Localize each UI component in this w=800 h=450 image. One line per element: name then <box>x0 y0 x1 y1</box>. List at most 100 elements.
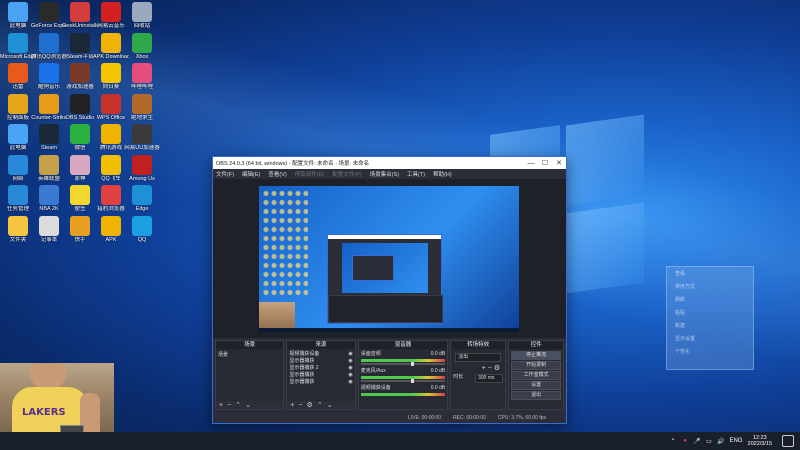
desktop-icon[interactable]: QQ飞车 <box>94 154 128 182</box>
app-icon <box>70 185 90 205</box>
desktop-icon[interactable]: NBA 2K <box>32 185 66 212</box>
desktop-icon[interactable]: Counter-Strike <box>31 93 67 121</box>
minimize-button[interactable]: — <box>524 160 538 167</box>
remove-icon[interactable]: − <box>227 402 231 409</box>
menu-help[interactable]: 帮助(H) <box>433 170 452 178</box>
desktop-icon[interactable]: GeekUninstaller <box>62 2 98 29</box>
menu-scene-collection[interactable]: 场景集合(S) <box>370 170 399 178</box>
desktop-icon[interactable]: 原神 <box>63 154 97 182</box>
remove-icon[interactable]: − <box>298 402 302 409</box>
gear-icon[interactable]: ⚙ <box>494 365 500 372</box>
network-icon[interactable]: ▭ <box>706 438 713 445</box>
chevron-up-icon[interactable]: ⌃ <box>670 438 677 445</box>
scene-item[interactable]: 场景 <box>218 351 281 358</box>
menu-profile[interactable]: 配置文件(P) <box>332 170 361 178</box>
duration-input[interactable]: 300 ms <box>475 374 504 383</box>
clock[interactable]: 12:23 2022/3/15 <box>748 435 772 448</box>
mixer-dock-title: 混音器 <box>358 341 448 349</box>
desktop-icon[interactable]: 文件夹 <box>1 215 35 243</box>
desktop-icon[interactable]: 酷狗音乐 <box>32 63 66 90</box>
app-icon <box>39 2 59 22</box>
warning-icon[interactable]: ● <box>682 438 689 445</box>
menu-file[interactable]: 文件(F) <box>216 170 234 178</box>
obs-window-title: OBS 24.0.3 (64 bit, windows) - 配置文件: 未命名… <box>216 161 370 167</box>
language-indicator[interactable]: ENG <box>730 438 743 444</box>
exit-button[interactable]: 退出 <box>511 391 562 400</box>
up-icon[interactable]: ⌃ <box>317 401 323 409</box>
desktop-icon[interactable]: Microsoft Edge <box>0 32 36 60</box>
desktop-icon[interactable]: 此电脑 <box>1 124 35 151</box>
source-item[interactable]: 显示器捕获 ◉ <box>289 372 352 379</box>
obs-preview-canvas[interactable] <box>259 186 519 332</box>
desktop-icon[interactable]: 猎豹浏览器 <box>94 185 128 212</box>
desktop-icon[interactable]: 英雄联盟 <box>32 154 66 182</box>
desktop-icon[interactable]: 微信 <box>63 124 97 151</box>
desktop-icon[interactable]: 绝地求生 <box>125 93 159 121</box>
source-item[interactable]: 显示器捕获 ◉ <box>289 358 352 365</box>
desktop-icon[interactable]: OBS Studio <box>63 93 97 121</box>
desktop-icon[interactable]: QQ <box>125 215 159 243</box>
desktop-icon[interactable]: 回收站 <box>125 2 159 29</box>
gear-icon[interactable]: ⚙ <box>307 401 313 409</box>
menu-tools[interactable]: 工具(T) <box>407 170 425 178</box>
stop-streaming-button[interactable]: 停止推流 <box>511 351 562 360</box>
remove-icon[interactable]: − <box>488 365 492 372</box>
notification-icon[interactable] <box>782 435 794 447</box>
desktop-icon[interactable]: 向日葵 <box>94 63 128 90</box>
desktop-icon[interactable]: 哔哩哔哩 <box>125 63 159 90</box>
desktop-icon[interactable]: APK <box>94 215 128 243</box>
volume-slider[interactable] <box>360 362 446 366</box>
desktop-icon[interactable]: 腾讯游戏 <box>94 124 128 151</box>
desktop-icon[interactable]: Among Us <box>125 154 159 182</box>
eye-icon: ◉ <box>348 365 353 371</box>
obs-titlebar[interactable]: OBS 24.0.3 (64 bit, windows) - 配置文件: 未命名… <box>213 157 566 169</box>
transition-select[interactable]: 淡出 <box>455 353 502 362</box>
transitions-dock: 转场特效 淡出 + − ⚙ 时长 300 ms <box>450 340 507 410</box>
add-icon[interactable]: + <box>482 365 486 372</box>
desktop-icon[interactable]: Edge <box>125 185 159 212</box>
add-icon[interactable]: + <box>219 402 223 409</box>
desktop-icon[interactable]: 腾讯QQ浏览器 <box>31 32 67 60</box>
desktop-icon[interactable]: APK Downloader <box>93 32 129 60</box>
app-icon <box>132 63 152 83</box>
source-item[interactable]: 显示器捕获 ◉ <box>289 379 352 386</box>
desktop-icon[interactable]: 快手 <box>63 215 97 243</box>
desktop-icon[interactable]: 任务管理 <box>1 185 35 212</box>
up-icon[interactable]: ⌃ <box>235 401 241 409</box>
desktop-icon[interactable]: 迅雷 <box>1 63 35 90</box>
add-icon[interactable]: + <box>290 402 294 409</box>
down-icon[interactable]: ⌄ <box>327 401 333 409</box>
source-item[interactable]: 视频捕获设备 ◉ <box>289 351 352 358</box>
desktop-icon[interactable]: Xbox <box>125 32 159 60</box>
desktop-icon[interactable]: 控制面板 <box>1 93 35 121</box>
desktop-icon[interactable]: 网络 <box>1 154 35 182</box>
down-icon[interactable]: ⌄ <box>245 401 251 409</box>
menu-docks[interactable]: 停靠部件(D) <box>295 170 325 178</box>
source-item[interactable]: 显示器捕获 2 ◉ <box>289 365 352 372</box>
context-menu-item: 查看 <box>675 271 686 277</box>
desktop-icon[interactable]: WPS Office <box>94 93 128 121</box>
studio-mode-button[interactable]: 工作室模式 <box>511 371 562 380</box>
volume-slider[interactable] <box>360 379 446 383</box>
desktop-icon[interactable]: Steam <box>32 124 66 151</box>
app-icon <box>132 185 152 205</box>
obs-window[interactable]: OBS 24.0.3 (64 bit, windows) - 配置文件: 未命名… <box>212 156 567 424</box>
app-icon <box>70 32 90 53</box>
mic-icon[interactable]: 🎤 <box>693 438 700 445</box>
desktop-icon[interactable]: 网易UU加速器 <box>124 124 160 151</box>
desktop-icon[interactable]: 网易云音乐 <box>94 2 128 29</box>
menu-view[interactable]: 查看(V) <box>268 170 286 178</box>
desktop-icon[interactable]: 游戏加速器 <box>63 63 97 90</box>
desktop-icon[interactable]: 此电脑 <box>1 2 35 29</box>
start-recording-button[interactable]: 开始录制 <box>511 361 562 370</box>
desktop-icon[interactable]: 便签 <box>63 185 97 212</box>
close-button[interactable]: ✕ <box>552 159 566 167</box>
app-icon <box>132 124 152 144</box>
maximize-button[interactable]: ☐ <box>538 159 552 167</box>
volume-icon[interactable]: 🔊 <box>717 438 724 445</box>
desktop-icon[interactable]: GeForce Experience <box>31 2 67 29</box>
menu-edit[interactable]: 编辑(E) <box>242 170 260 178</box>
desktop-icon[interactable]: 记事本 <box>32 215 66 243</box>
desktop-icon[interactable]: Steam平台 <box>63 32 97 60</box>
settings-button[interactable]: 设置 <box>511 381 562 390</box>
